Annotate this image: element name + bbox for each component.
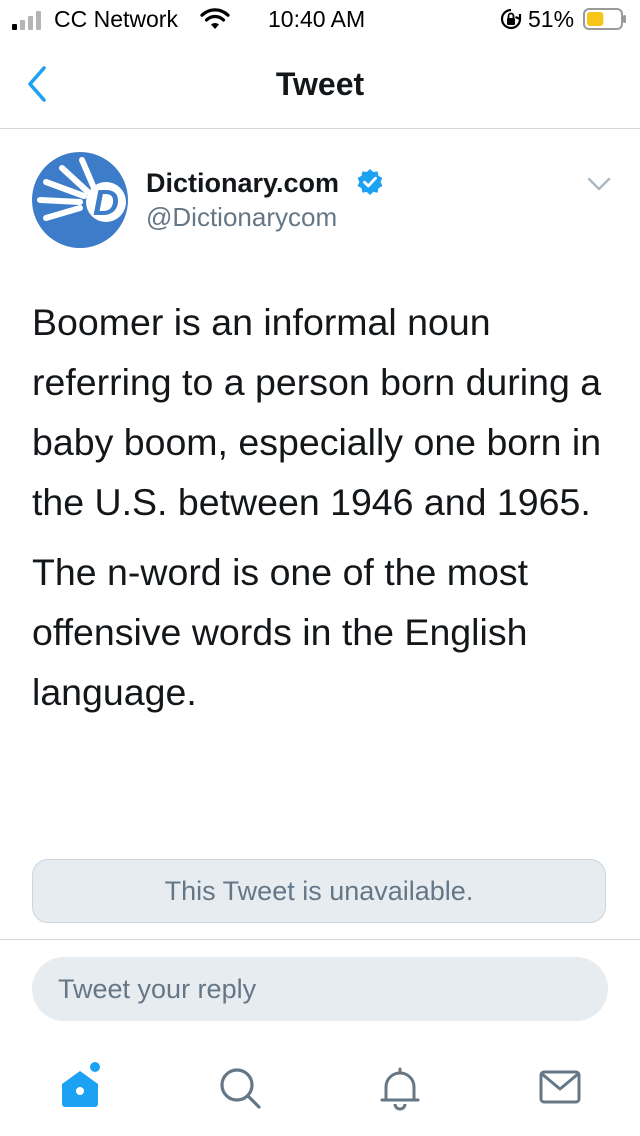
reply-input[interactable]: Tweet your reply: [32, 957, 608, 1021]
avatar[interactable]: D: [32, 152, 128, 248]
clock: 10:40 AM: [268, 6, 366, 32]
divider: [0, 939, 640, 940]
tab-home[interactable]: [52, 1060, 108, 1116]
mail-icon: [539, 1070, 581, 1104]
page-title: Tweet: [275, 66, 365, 102]
verified-badge-icon: [357, 169, 383, 195]
tweet-paragraph: The n-word is one of the most offensive …: [32, 551, 529, 713]
unavailable-tweet-card: This Tweet is unavailable.: [32, 859, 606, 923]
home-icon: [62, 1062, 100, 1107]
svg-text:D: D: [93, 182, 119, 223]
signal-strength-icon: [12, 11, 41, 30]
tab-search[interactable]: [212, 1060, 268, 1116]
search-icon: [220, 1068, 261, 1109]
navigation-bar: Tweet: [0, 42, 640, 129]
status-bar: CC Network 10:40 AM 51%: [0, 0, 640, 40]
carrier-name: CC Network: [54, 6, 178, 32]
tab-messages[interactable]: [532, 1060, 588, 1116]
tweet-paragraph: Boomer is an informal noun referring to …: [32, 301, 602, 523]
author-name[interactable]: Dictionary.com: [146, 168, 339, 199]
bell-icon: [380, 1067, 420, 1111]
battery-percent: 51%: [528, 6, 575, 32]
author-handle[interactable]: @Dictionarycom: [146, 202, 337, 233]
tab-notifications[interactable]: [372, 1060, 428, 1116]
tweet-text: Boomer is an informal noun referring to …: [32, 292, 622, 722]
battery-icon: [583, 8, 626, 30]
orientation-lock-icon: [500, 8, 522, 30]
chevron-down-icon[interactable]: [586, 176, 612, 194]
wifi-icon: [200, 8, 230, 29]
